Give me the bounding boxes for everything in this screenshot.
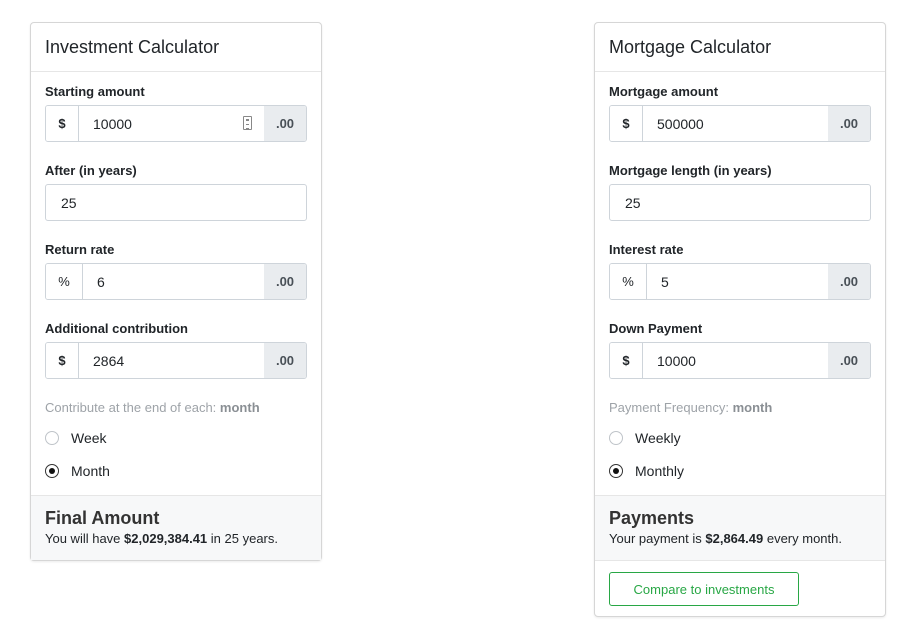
interest-rate-input[interactable]: 5 xyxy=(647,264,828,299)
return-rate-label: Return rate xyxy=(45,242,115,257)
cents-suffix: .00 xyxy=(264,264,306,299)
radio-weekly-label: Weekly xyxy=(635,430,681,446)
down-payment-input-group: $ 10000 .00 xyxy=(609,342,871,379)
starting-amount-field: Starting amount $ 10000 .00 xyxy=(45,84,307,142)
payments-title: Payments xyxy=(609,508,695,528)
dollar-prefix: $ xyxy=(46,343,79,378)
cents-suffix: .00 xyxy=(828,106,870,141)
starting-amount-input-group: $ 10000 .00 xyxy=(45,105,307,142)
dollar-prefix: $ xyxy=(610,106,643,141)
payment-frequency-value: month xyxy=(732,400,773,415)
payment-frequency-hint: Payment Frequency: month xyxy=(609,400,773,415)
final-amount-result: Final Amount You will have $2,029,384.41… xyxy=(31,495,321,560)
interest-rate-field: Interest rate % 5 .00 xyxy=(609,242,871,300)
interest-rate-input-group: % 5 .00 xyxy=(609,263,871,300)
return-rate-input-group: % 6 .00 xyxy=(45,263,307,300)
final-amount-title: Final Amount xyxy=(45,508,160,528)
payment-amount-value: $2,864.49 xyxy=(705,531,764,546)
radio-monthly-label: Monthly xyxy=(635,463,685,479)
dollar-prefix: $ xyxy=(610,343,643,378)
additional-contribution-field: Additional contribution $ 2864 .00 xyxy=(45,321,307,379)
additional-contribution-input[interactable]: 2864 xyxy=(79,343,264,378)
radio-weekly[interactable] xyxy=(609,431,623,445)
mortgage-length-field: Mortgage length (in years) 25 xyxy=(609,163,871,221)
mortgage-amount-field: Mortgage amount $ 500000 .00 xyxy=(609,84,871,142)
mortgage-amount-value: 500000 xyxy=(657,115,704,132)
mortgage-card-title: Mortgage Calculator xyxy=(595,23,885,72)
down-payment-field: Down Payment $ 10000 .00 xyxy=(609,321,871,379)
radio-option-month[interactable]: Month xyxy=(45,462,307,480)
radio-option-weekly[interactable]: Weekly xyxy=(609,429,871,447)
radio-month-label: Month xyxy=(71,463,110,479)
compare-to-investments-button[interactable]: Compare to investments xyxy=(609,572,799,606)
calculator-icon[interactable] xyxy=(243,116,252,130)
percent-prefix: % xyxy=(46,264,83,299)
down-payment-input[interactable]: 10000 xyxy=(643,343,828,378)
after-years-input[interactable]: 25 xyxy=(45,184,307,221)
radio-week-label: Week xyxy=(71,430,107,446)
radio-monthly[interactable] xyxy=(609,464,623,478)
radio-week[interactable] xyxy=(45,431,59,445)
radio-option-week[interactable]: Week xyxy=(45,429,307,447)
cents-suffix: .00 xyxy=(828,343,870,378)
starting-amount-value: 10000 xyxy=(93,115,132,132)
starting-amount-label: Starting amount xyxy=(45,84,145,99)
after-years-label: After (in years) xyxy=(45,163,137,178)
cents-suffix: .00 xyxy=(264,106,306,141)
radio-option-monthly[interactable]: Monthly xyxy=(609,462,871,480)
mortgage-length-input[interactable]: 25 xyxy=(609,184,871,221)
interest-rate-value: 5 xyxy=(661,273,669,290)
down-payment-value: 10000 xyxy=(657,352,696,369)
additional-contribution-value: 2864 xyxy=(93,352,125,369)
final-amount-value: $2,029,384.41 xyxy=(124,531,208,546)
mortgage-length-label: Mortgage length (in years) xyxy=(609,163,772,178)
additional-contribution-input-group: $ 2864 .00 xyxy=(45,342,307,379)
after-years-field: After (in years) 25 xyxy=(45,163,307,221)
mortgage-amount-input-group: $ 500000 .00 xyxy=(609,105,871,142)
contribute-frequency-hint: Contribute at the end of each: month xyxy=(45,400,260,415)
cents-suffix: .00 xyxy=(828,264,870,299)
payments-text: Your payment is $2,864.49 every month. xyxy=(609,531,842,546)
down-payment-label: Down Payment xyxy=(609,321,703,336)
return-rate-field: Return rate % 6 .00 xyxy=(45,242,307,300)
additional-contribution-label: Additional contribution xyxy=(45,321,188,336)
return-rate-value: 6 xyxy=(97,273,105,290)
contribute-frequency-value: month xyxy=(219,400,260,415)
mortgage-card-footer: Compare to investments xyxy=(595,560,885,616)
mortgage-calculator-card: Mortgage Calculator Mortgage amount $ 50… xyxy=(594,22,886,617)
after-years-value: 25 xyxy=(61,194,77,211)
mortgage-amount-input[interactable]: 500000 xyxy=(643,106,828,141)
investment-calculator-card: Investment Calculator Starting amount $ … xyxy=(30,22,322,561)
mortgage-length-value: 25 xyxy=(625,194,641,211)
radio-month[interactable] xyxy=(45,464,59,478)
return-rate-input[interactable]: 6 xyxy=(83,264,264,299)
final-amount-text: You will have $2,029,384.41 in 25 years. xyxy=(45,531,278,546)
starting-amount-input[interactable]: 10000 xyxy=(79,106,264,141)
mortgage-amount-label: Mortgage amount xyxy=(609,84,719,99)
dollar-prefix: $ xyxy=(46,106,79,141)
percent-prefix: % xyxy=(610,264,647,299)
investment-card-title: Investment Calculator xyxy=(31,23,321,72)
payments-result: Payments Your payment is $2,864.49 every… xyxy=(595,495,885,560)
cents-suffix: .00 xyxy=(264,343,306,378)
interest-rate-label: Interest rate xyxy=(609,242,684,257)
